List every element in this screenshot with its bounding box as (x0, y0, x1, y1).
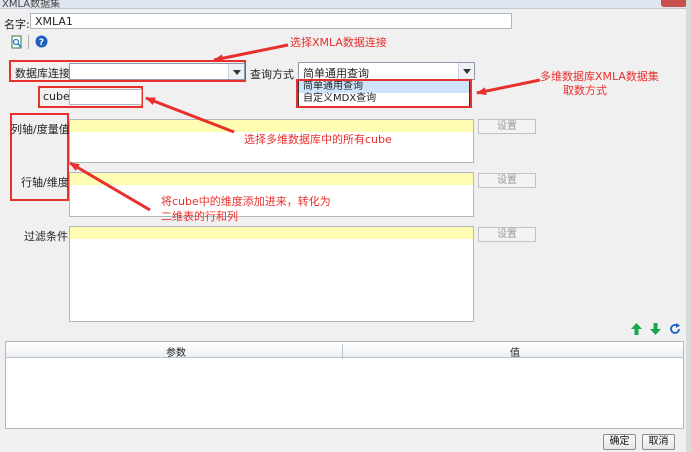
annotation-select-connection: 选择XMLA数据连接 (290, 36, 387, 49)
annotation-dimensions-line1: 将cube中的维度添加进来，转化为 (161, 195, 331, 208)
annotation-query-mode-line2: 取数方式 (563, 84, 607, 97)
arrow-to-query-mode (476, 78, 541, 96)
annotation-select-cube: 选择多维数据库中的所有cube (244, 133, 392, 146)
arrow-to-axis-labels (69, 161, 151, 212)
annotation-dimensions-line2: 二维表的行和列 (161, 210, 238, 223)
arrow-to-cube (145, 96, 235, 134)
arrow-to-connection (213, 43, 289, 63)
